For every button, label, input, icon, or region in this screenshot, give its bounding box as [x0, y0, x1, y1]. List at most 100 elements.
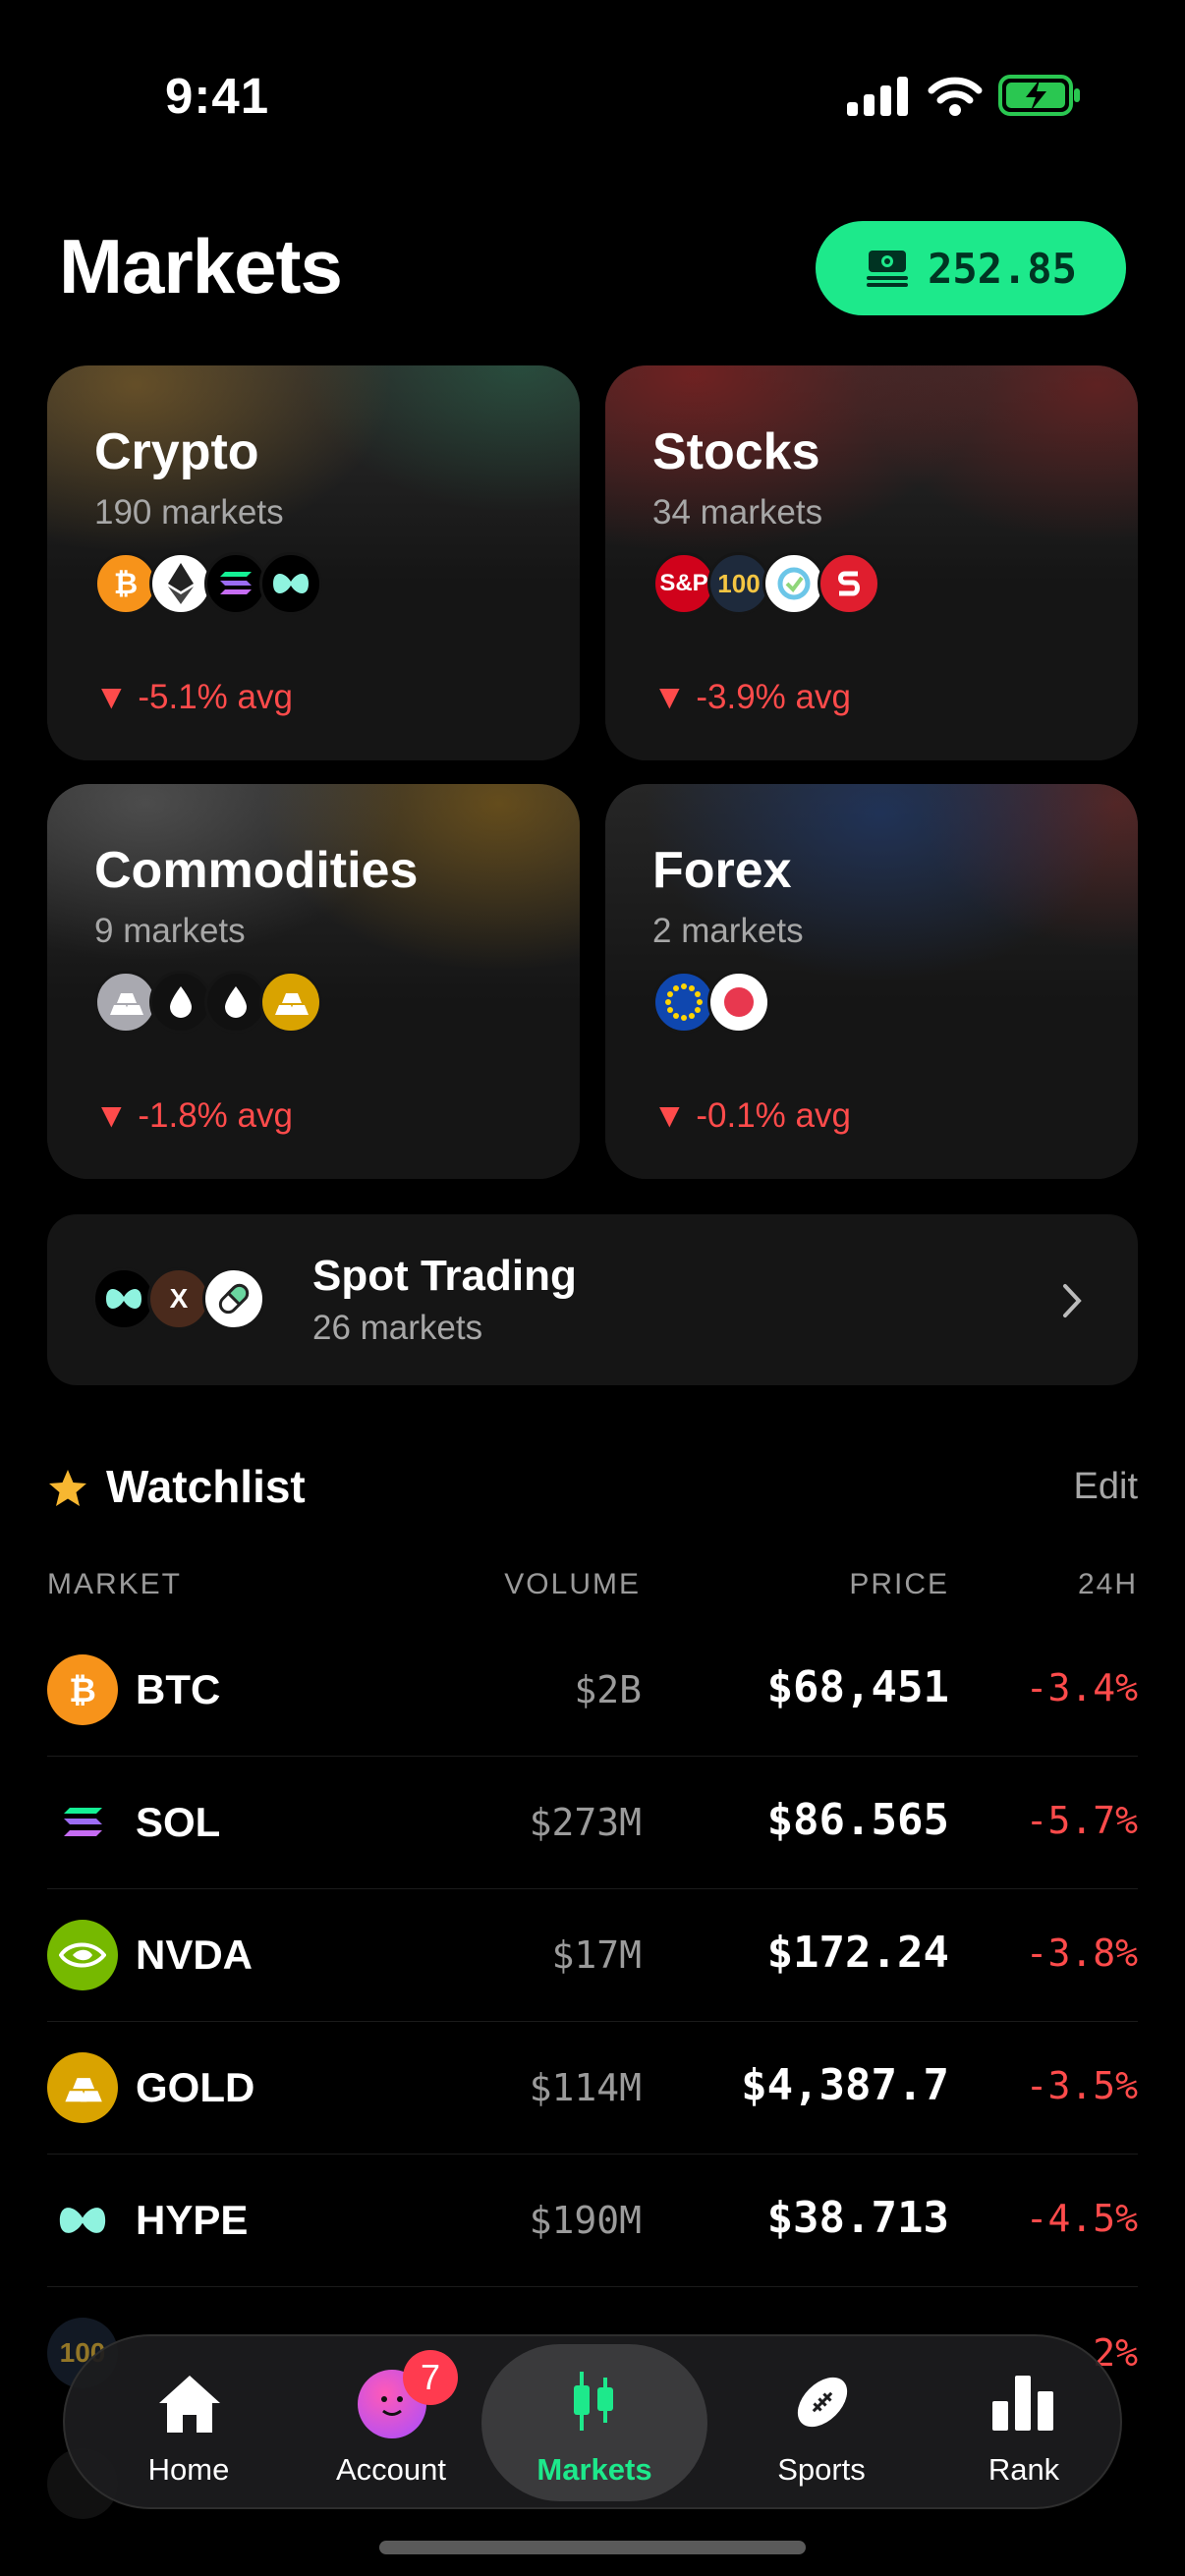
row-symbol: GOLD	[136, 2064, 255, 2110]
stock-s-icon	[818, 552, 880, 615]
home-icon	[159, 2376, 220, 2433]
page-title: Markets	[59, 223, 343, 309]
row-price: $68,451	[766, 1662, 949, 1712]
row-price: $86.565	[766, 1795, 949, 1845]
spot-market-count: 26 markets	[312, 1309, 483, 1347]
svg-text:₿: ₿	[69, 1671, 96, 1709]
tab-label: Sports	[777, 2452, 866, 2487]
row-symbol: HYPE	[136, 2197, 249, 2243]
column-header-price: PRICE	[849, 1568, 949, 1600]
star-icon	[49, 1470, 86, 1506]
category-card-crypto[interactable]: Crypto 190 markets ₿ ▼ -5.1% avg	[47, 365, 580, 760]
card-avg-change: ▼ -1.8% avg	[94, 1096, 293, 1135]
category-card-forex[interactable]: Forex 2 markets ▼ -0.1% avg	[605, 784, 1138, 1179]
sp500-icon: S&P	[652, 552, 715, 615]
row-price: $4,387.7	[741, 2060, 949, 2110]
table-row[interactable]: ₿ BTC $2B $68,451 -3.4%	[47, 1623, 1138, 1757]
card-title: Crypto	[94, 423, 259, 480]
card-title: Commodities	[94, 842, 419, 899]
japan-flag-icon	[707, 971, 770, 1034]
card-title: Stocks	[652, 423, 820, 480]
balance-value: 252.85	[928, 244, 1077, 293]
tab-markets[interactable]: Markets	[481, 2344, 707, 2501]
row-change: -4.5%	[1025, 2197, 1138, 2240]
spot-trading-row[interactable]: X Spot Trading 26 markets	[47, 1214, 1138, 1385]
nasdaq100-icon: 100	[707, 552, 770, 615]
hyperliquid-icon	[92, 1267, 155, 1330]
bar-chart-icon	[992, 2376, 1053, 2431]
category-card-commodities[interactable]: Commodities 9 markets ▼ -1.8% avg	[47, 784, 580, 1179]
gold-bars-icon	[47, 2052, 118, 2123]
battery-charging-icon	[998, 75, 1080, 116]
football-icon	[797, 2377, 848, 2428]
row-change: -3.8%	[1025, 1932, 1138, 1975]
row-change: -5.7%	[1025, 1799, 1138, 1842]
hyperliquid-icon	[259, 552, 322, 615]
row-price: $172.24	[766, 1928, 949, 1978]
card-market-count: 2 markets	[652, 912, 804, 950]
table-row[interactable]: NVDA $17M $172.24 -3.8%	[47, 1888, 1138, 2022]
tab-rank[interactable]: Rank	[926, 2336, 1122, 2507]
ethereum-icon	[149, 552, 212, 615]
row-symbol: NVDA	[136, 1932, 254, 1978]
bitcoin-icon: ₿	[47, 1654, 118, 1725]
chevron-right-icon	[1063, 1284, 1082, 1317]
card-avg-change: ▼ -3.9% avg	[652, 678, 851, 716]
watchlist-header: Watchlist Edit	[47, 1458, 1138, 1517]
silver-bars-icon	[94, 971, 157, 1034]
tab-label: Account	[335, 2452, 446, 2487]
row-volume: $17M	[551, 1933, 642, 1977]
card-avg-change: ▼ -0.1% avg	[652, 1096, 851, 1135]
svg-text:₿: ₿	[114, 567, 138, 600]
tab-bar: Home 7 Account Markets Sports Rank	[63, 2334, 1122, 2509]
tab-label: Markets	[536, 2452, 652, 2487]
signal-icon	[847, 77, 908, 116]
cash-stack-icon	[867, 251, 909, 287]
column-header-volume: VOLUME	[504, 1568, 641, 1600]
spot-title: Spot Trading	[312, 1252, 577, 1300]
circle-logo-icon	[762, 552, 825, 615]
bitcoin-icon: ₿	[94, 552, 157, 615]
card-title: Forex	[652, 842, 792, 899]
tab-account[interactable]: 7 Account	[293, 2336, 489, 2507]
watchlist-title: Watchlist	[106, 1461, 306, 1512]
row-volume: $273M	[529, 1801, 642, 1844]
row-volume: $2B	[574, 1668, 642, 1711]
home-indicator	[379, 2541, 806, 2554]
category-card-stocks[interactable]: Stocks 34 markets S&P 100 ▼ -3.9% avg	[605, 365, 1138, 760]
oil-drop-icon	[204, 971, 267, 1034]
balance-button[interactable]: 252.85	[816, 221, 1126, 315]
edit-button[interactable]: Edit	[1074, 1466, 1138, 1508]
table-row[interactable]: SOL $273M $86.565 -5.7%	[47, 1756, 1138, 1889]
status-bar: 9:41	[0, 0, 1185, 196]
nvidia-icon	[47, 1920, 118, 1990]
tab-sports[interactable]: Sports	[723, 2336, 920, 2507]
row-price: $38.713	[766, 2193, 949, 2243]
solana-icon	[204, 552, 267, 615]
x-token-icon: X	[147, 1267, 210, 1330]
row-volume: $114M	[529, 2066, 642, 2109]
card-market-count: 190 markets	[94, 493, 284, 532]
hyperliquid-icon	[47, 2185, 118, 2256]
table-row[interactable]: GOLD $114M $4,387.7 -3.5%	[47, 2021, 1138, 2155]
tab-label: Rank	[988, 2452, 1060, 2487]
eu-flag-icon	[652, 971, 715, 1034]
candlestick-icon	[574, 2372, 613, 2431]
column-header-24h: 24H	[1077, 1568, 1138, 1600]
tab-label: Home	[147, 2452, 230, 2487]
gold-bars-icon	[259, 971, 322, 1034]
card-market-count: 34 markets	[652, 493, 823, 532]
card-market-count: 9 markets	[94, 912, 246, 950]
tab-home[interactable]: Home	[90, 2336, 287, 2507]
row-volume: $190M	[529, 2199, 642, 2242]
solana-icon	[47, 1787, 118, 1858]
table-row[interactable]: HYPE $190M $38.713 -4.5%	[47, 2154, 1138, 2287]
row-symbol: BTC	[136, 1666, 221, 1712]
pill-icon	[202, 1267, 265, 1330]
row-symbol: SOL	[136, 1799, 221, 1845]
column-header-market: MARKET	[47, 1568, 183, 1600]
card-avg-change: ▼ -5.1% avg	[94, 678, 293, 716]
wifi-icon	[928, 77, 983, 116]
notification-badge: 7	[403, 2350, 458, 2405]
row-change: -3.4%	[1025, 1666, 1138, 1709]
